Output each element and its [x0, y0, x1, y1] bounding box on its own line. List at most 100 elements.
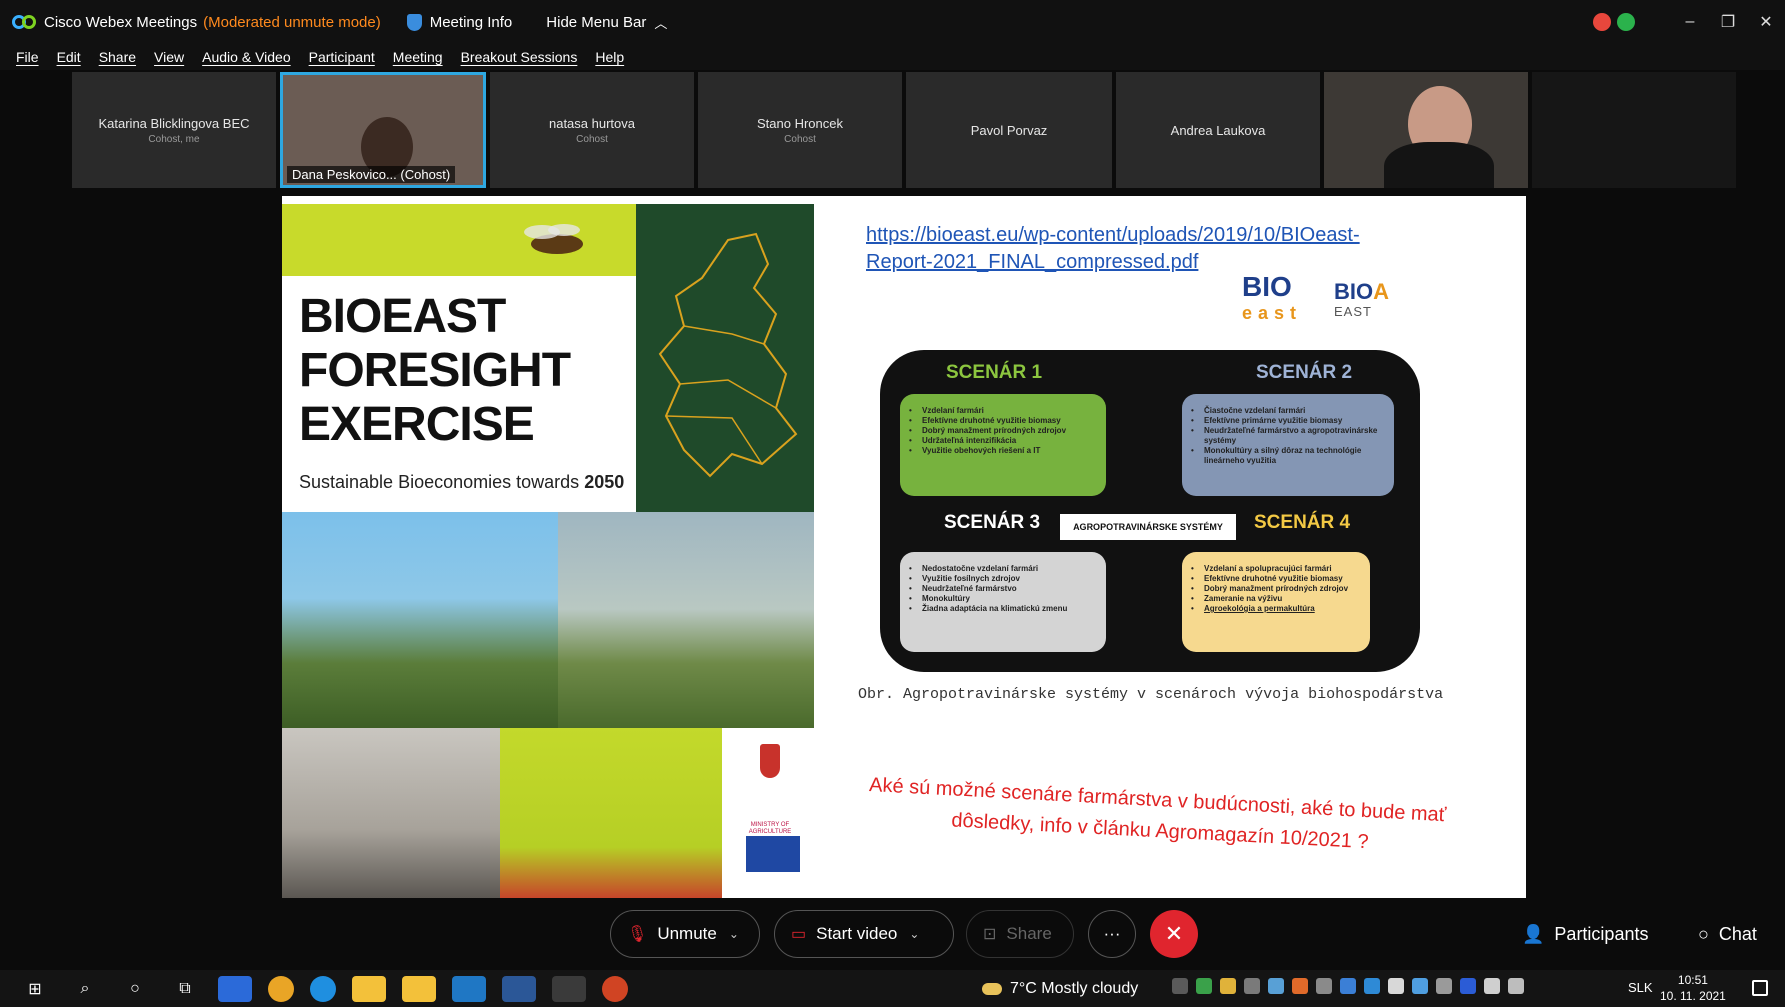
tray-app-icon[interactable] — [1292, 978, 1308, 994]
slide-content: https://bioeast.eu/wp-content/uploads/20… — [814, 196, 1526, 898]
task-view-icon[interactable]: ⧉ — [168, 976, 202, 1002]
tray-app-icon[interactable] — [1436, 978, 1452, 994]
participant-tile-video[interactable] — [1324, 72, 1528, 188]
scenario-item: Udržateľná intenzifikácia — [909, 436, 1096, 446]
bioeast-logo-main: BIO — [1242, 271, 1292, 302]
tray-app-icon[interactable] — [1244, 978, 1260, 994]
microphone-muted-icon: 🎙 — [627, 926, 648, 943]
menu-bar: File Edit Share View Audio & Video Parti… — [0, 44, 1785, 70]
mail-icon[interactable] — [452, 975, 486, 1002]
menu-share[interactable]: Share — [99, 49, 136, 65]
notifications-icon[interactable] — [1752, 980, 1768, 996]
word-icon[interactable] — [502, 975, 536, 1002]
bioeast-hub-logo-main: BIO — [1334, 279, 1374, 304]
participant-tile[interactable]: Katarina Blicklingova BEC Cohost, me — [72, 72, 276, 188]
network-stats-icon[interactable] — [1617, 13, 1635, 31]
scenario-item: Agroekológia a permakultúra — [1191, 604, 1360, 614]
participant-tile-empty[interactable] — [1532, 72, 1736, 188]
tray-app-icon[interactable] — [1460, 978, 1476, 994]
chevron-down-icon[interactable]: ⌄ — [729, 927, 739, 941]
tray-app-icon[interactable] — [1340, 978, 1356, 994]
close-icon: ✕ — [1164, 921, 1184, 946]
volume-icon[interactable] — [1508, 978, 1524, 994]
participant-tile-active-speaker[interactable]: Dana Peskovico... (Cohost) — [280, 72, 486, 188]
outlook-icon[interactable] — [218, 975, 252, 1002]
bioeast-logo: BIO east — [1242, 271, 1302, 326]
menu-file[interactable]: File — [16, 49, 39, 65]
unmute-button[interactable]: 🎙 Unmute ⌄ — [610, 910, 760, 958]
file-explorer-icon[interactable] — [352, 975, 386, 1002]
scenario-item: Neudržateľné farmárstvo a agropotravinár… — [1191, 426, 1384, 446]
menu-help[interactable]: Help — [595, 49, 624, 65]
close-icon[interactable]: ✕ — [1747, 12, 1785, 32]
bioeast-cover: BIOEAST FORESIGHT EXERCISE Sustainable B… — [282, 196, 814, 898]
tray-app-icon[interactable] — [1364, 978, 1380, 994]
bioeast-hub-logo: BIOA EAST — [1334, 279, 1389, 322]
participant-role: Cohost, me — [148, 133, 200, 145]
report-link[interactable]: https://bioeast.eu/wp-content/uploads/20… — [866, 222, 1426, 276]
scenario-item: Vzdelaní a spolupracujúci farmári — [1191, 564, 1360, 574]
menu-participant[interactable]: Participant — [309, 49, 375, 65]
tray-app-icon[interactable] — [1172, 978, 1188, 994]
scenario-item: Využitie fosílnych zdrojov — [909, 574, 1096, 584]
search-icon[interactable]: ⌕ — [68, 976, 102, 1002]
clock-time: 10:51 — [1677, 973, 1708, 987]
share-button[interactable]: ⊡ Share — [966, 910, 1074, 958]
tray-app-icon[interactable] — [1268, 978, 1284, 994]
participant-name: Stano Hroncek — [757, 115, 843, 131]
scenario-item: Monokultúry a silný dôraz na technológie… — [1191, 446, 1384, 466]
end-meeting-button[interactable]: ✕ — [1150, 910, 1198, 958]
restore-icon[interactable]: ❐ — [1709, 12, 1747, 32]
menu-view[interactable]: View — [154, 49, 184, 65]
hide-menu-bar-button[interactable]: Hide Menu Bar ︿ — [546, 13, 667, 32]
webex-taskbar-icon[interactable] — [552, 975, 586, 1002]
windows-start-icon[interactable]: ⊞ — [18, 976, 52, 1002]
tray-app-icon[interactable] — [1412, 978, 1428, 994]
participant-tile[interactable]: Stano Hroncek Cohost — [698, 72, 902, 188]
webex-logo-icon — [12, 13, 38, 31]
weather-widget[interactable]: 7°C Mostly cloudy — [982, 970, 1138, 1007]
scenario-item: Čiastočne vzdelaní farmári — [1191, 406, 1384, 416]
participant-tile[interactable]: Andrea Laukova — [1116, 72, 1320, 188]
participant-tile[interactable]: natasa hurtova Cohost — [490, 72, 694, 188]
scenario-item: Vzdelaní farmári — [909, 406, 1096, 416]
tray-app-icon[interactable] — [1220, 978, 1236, 994]
tray-app-icon[interactable] — [1196, 978, 1212, 994]
participant-role: Cohost — [576, 133, 608, 145]
menu-edit[interactable]: Edit — [57, 49, 81, 65]
figure-caption: Obr. Agropotravinárske systémy v scenáro… — [858, 686, 1444, 703]
slide-question: Aké sú možné scenáre farmárstva v budúcn… — [867, 770, 1479, 864]
chrome-icon[interactable] — [268, 975, 294, 1002]
tray-app-icon[interactable] — [1388, 978, 1404, 994]
camera-off-icon: ▭ — [791, 926, 807, 943]
network-icon[interactable] — [1484, 978, 1500, 994]
scenario-item: Neudržateľné farmárstvo — [909, 584, 1096, 594]
cover-photo-city — [282, 728, 500, 898]
edge-icon[interactable] — [310, 975, 336, 1002]
clock[interactable]: 10:51 10. 11. 2021 — [1660, 972, 1726, 1004]
meeting-info-button[interactable]: Meeting Info — [406, 13, 512, 31]
recording-icon[interactable] — [1593, 13, 1611, 31]
powerpoint-icon[interactable] — [602, 975, 628, 1002]
participant-role: Cohost — [784, 133, 816, 145]
ministry-label: MINISTRY OF AGRICULTURE — [748, 822, 792, 835]
scenario-1-title: SCENÁR 1 — [946, 362, 1043, 383]
bee-icon — [524, 224, 583, 254]
tray-app-icon[interactable] — [1316, 978, 1332, 994]
participant-tile[interactable]: Pavol Porvaz — [906, 72, 1112, 188]
chevron-down-icon[interactable]: ⌄ — [909, 927, 919, 941]
language-indicator[interactable]: SLK — [1628, 980, 1653, 995]
participants-button[interactable]: 👤 Participants — [1522, 910, 1648, 958]
system-tray — [1172, 978, 1532, 994]
cortana-icon[interactable]: ○ — [118, 976, 152, 1002]
minimize-icon[interactable]: – — [1671, 13, 1709, 31]
start-video-button[interactable]: ▭ Start video ⌄ — [774, 910, 954, 958]
chat-button[interactable]: ○ Chat — [1698, 910, 1757, 958]
menu-audio-video[interactable]: Audio & Video — [202, 49, 290, 65]
more-options-button[interactable]: ··· — [1088, 910, 1136, 958]
bioeast-hub-logo-sub: EAST — [1334, 304, 1372, 319]
store-icon[interactable] — [402, 975, 436, 1002]
menu-breakout-sessions[interactable]: Breakout Sessions — [461, 49, 578, 65]
menu-meeting[interactable]: Meeting — [393, 49, 443, 65]
share-label: Share — [1006, 924, 1052, 943]
